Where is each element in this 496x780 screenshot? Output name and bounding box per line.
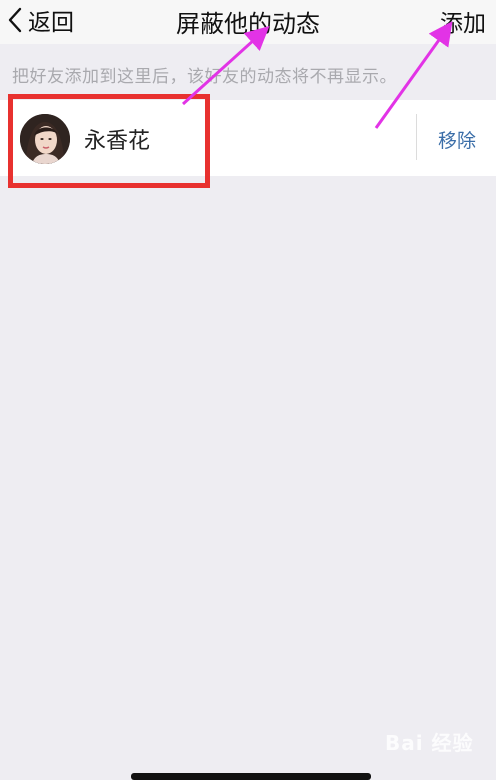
page-title: 屏蔽他的动态: [176, 10, 320, 38]
avatar[interactable]: [20, 114, 70, 164]
divider: [416, 114, 417, 160]
navbar: 返回 屏蔽他的动态 添加: [0, 0, 496, 44]
add-button[interactable]: 添加: [440, 4, 486, 38]
friend-name: 永香花: [84, 129, 151, 154]
page: 返回 屏蔽他的动态 添加 把好友添加到这里后，该好友的动态将不再显示。 永香花 …: [0, 0, 496, 780]
watermark: Bai 经验: [385, 731, 474, 755]
home-indicator: [131, 773, 371, 780]
list-item[interactable]: 永香花 移除: [0, 100, 496, 176]
remove-button[interactable]: 移除: [438, 126, 476, 153]
hint-text: 把好友添加到这里后，该好友的动态将不再显示。: [12, 67, 397, 87]
